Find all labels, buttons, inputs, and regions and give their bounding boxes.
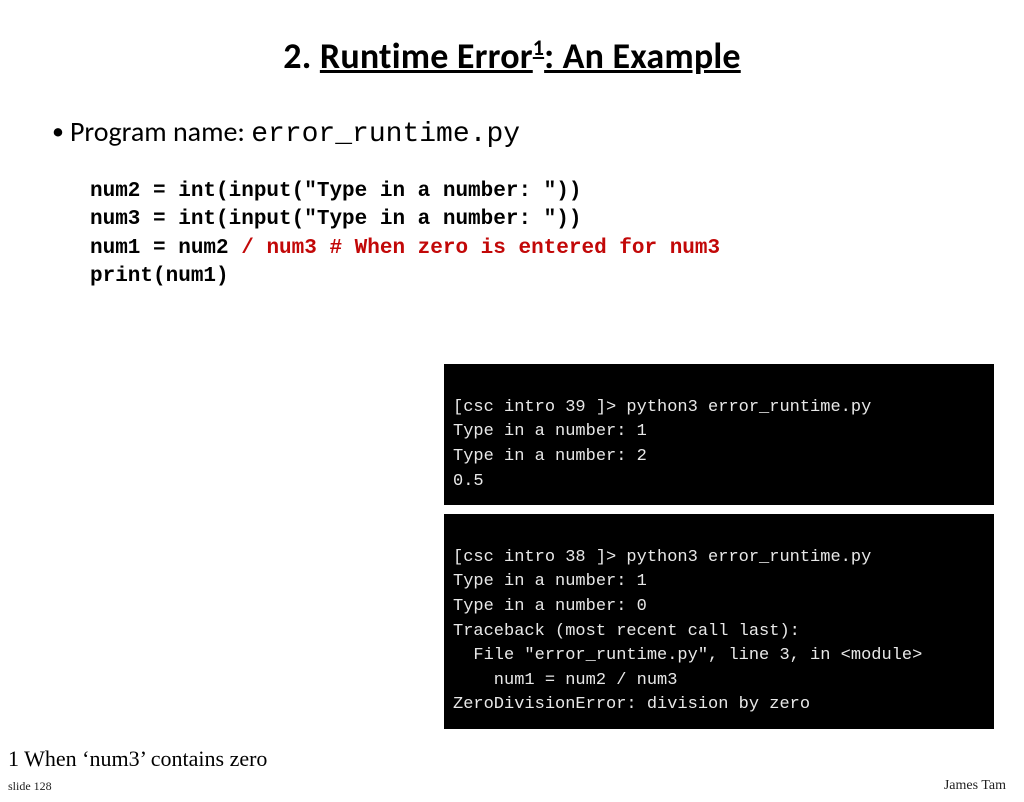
terminal-output-error: [csc intro 38 ]> python3 error_runtime.p… [444, 514, 994, 729]
term2-l6: num1 = num2 / num3 [453, 671, 677, 690]
term1-l2: Type in a number: 1 [453, 422, 647, 441]
term2-l7: ZeroDivisionError: division by zero [453, 695, 810, 714]
term2-l2: Type in a number: 1 [453, 572, 647, 591]
term2-l4: Traceback (most recent call last): [453, 622, 800, 641]
bullet-filename: error_runtime.py [251, 119, 520, 150]
bullet-dot-icon: • [52, 117, 64, 146]
code-block: num2 = int(input("Type in a number: ")) … [90, 178, 1024, 291]
term2-l3: Type in a number: 0 [453, 597, 647, 616]
title-part2: : An Example [544, 34, 741, 78]
term2-l1: [csc intro 38 ]> python3 error_runtime.p… [453, 548, 871, 567]
footnote: 1 When ‘num3’ contains zero [8, 746, 267, 772]
author-name: James Tam [944, 778, 1006, 794]
term1-l4: 0.5 [453, 472, 484, 491]
bullet-lead: Program name: [70, 114, 251, 149]
terminal-output-success: [csc intro 39 ]> python3 error_runtime.p… [444, 364, 994, 505]
slide-title: 2. Runtime Error1: An Example [0, 34, 1024, 78]
term2-l5: File "error_runtime.py", line 3, in <mod… [453, 646, 922, 665]
bullet-line: •Program name: error_runtime.py [52, 114, 1024, 150]
code-line-3: num1 = num2 / num3 # When zero is entere… [90, 235, 1024, 263]
term1-l1: [csc intro 39 ]> python3 error_runtime.p… [453, 398, 871, 417]
code-line-4: print(num1) [90, 263, 1024, 291]
term1-l3: Type in a number: 2 [453, 447, 647, 466]
code-line-3-highlight: / num3 # When zero is entered for num3 [241, 237, 720, 260]
title-part1: Runtime Error [320, 34, 533, 78]
code-line-3a: num1 = num2 [90, 237, 241, 260]
title-superscript: 1 [533, 34, 544, 61]
slide-number: slide 128 [8, 779, 52, 794]
code-line-2: num3 = int(input("Type in a number: ")) [90, 206, 1024, 234]
code-line-1: num2 = int(input("Type in a number: ")) [90, 178, 1024, 206]
title-number: 2. [283, 34, 311, 78]
